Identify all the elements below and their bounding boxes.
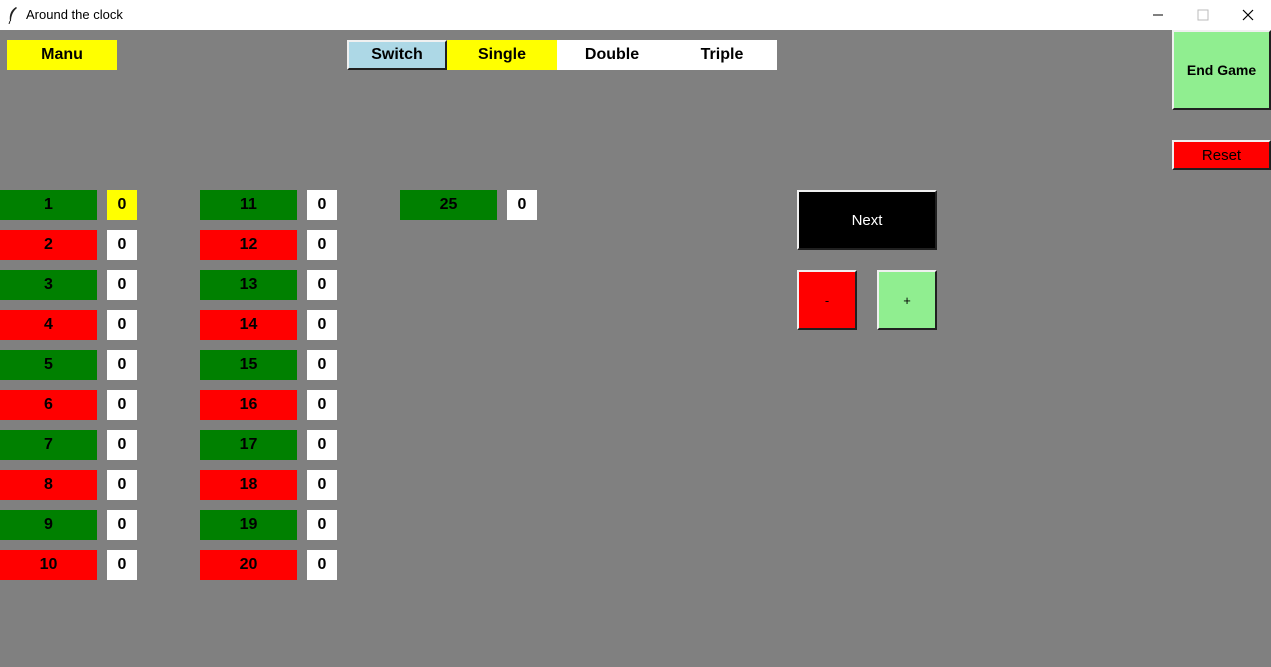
target-button-2[interactable]: 2 [0, 230, 97, 260]
target-button-19[interactable]: 19 [200, 510, 297, 540]
close-icon [1242, 9, 1254, 21]
target-count-10: 0 [107, 550, 137, 580]
minimize-icon [1153, 14, 1163, 16]
target-button-6[interactable]: 6 [0, 390, 97, 420]
target-button-14[interactable]: 14 [200, 310, 297, 340]
minus-button[interactable]: - [797, 270, 857, 330]
target-button-20[interactable]: 20 [200, 550, 297, 580]
target-button-18[interactable]: 18 [200, 470, 297, 500]
target-count-25: 0 [507, 190, 537, 220]
target-button-11[interactable]: 11 [200, 190, 297, 220]
target-count-13: 0 [307, 270, 337, 300]
target-button-12[interactable]: 12 [200, 230, 297, 260]
feather-icon [8, 7, 17, 24]
maximize-button[interactable] [1180, 0, 1226, 30]
target-button-7[interactable]: 7 [0, 430, 97, 460]
target-count-18: 0 [307, 470, 337, 500]
target-button-10[interactable]: 10 [0, 550, 97, 580]
target-button-9[interactable]: 9 [0, 510, 97, 540]
target-count-9: 0 [107, 510, 137, 540]
target-count-8: 0 [107, 470, 137, 500]
close-button[interactable] [1225, 0, 1271, 30]
next-button[interactable]: Next [797, 190, 937, 250]
target-button-25[interactable]: 25 [400, 190, 497, 220]
menu-button[interactable]: Manu [7, 40, 117, 70]
target-count-19: 0 [307, 510, 337, 540]
target-count-15: 0 [307, 350, 337, 380]
mode-single-button[interactable]: Single [447, 40, 557, 70]
target-count-5: 0 [107, 350, 137, 380]
target-count-17: 0 [307, 430, 337, 460]
target-count-20: 0 [307, 550, 337, 580]
end-game-button[interactable]: End Game [1172, 30, 1271, 110]
plus-button[interactable]: + [877, 270, 937, 330]
target-count-3: 0 [107, 270, 137, 300]
mode-triple-button[interactable]: Triple [667, 40, 777, 70]
target-count-6: 0 [107, 390, 137, 420]
maximize-icon [1197, 9, 1209, 21]
target-count-16: 0 [307, 390, 337, 420]
target-button-5[interactable]: 5 [0, 350, 97, 380]
target-count-12: 0 [307, 230, 337, 260]
target-button-4[interactable]: 4 [0, 310, 97, 340]
target-button-17[interactable]: 17 [200, 430, 297, 460]
mode-double-button[interactable]: Double [557, 40, 667, 70]
target-button-1[interactable]: 1 [0, 190, 97, 220]
target-button-15[interactable]: 15 [200, 350, 297, 380]
target-count-2: 0 [107, 230, 137, 260]
target-count-1: 0 [107, 190, 137, 220]
window-title: Around the clock [26, 7, 123, 22]
target-button-8[interactable]: 8 [0, 470, 97, 500]
title-bar: Around the clock [0, 0, 1271, 30]
target-count-14: 0 [307, 310, 337, 340]
target-count-11: 0 [307, 190, 337, 220]
switch-button[interactable]: Switch [347, 40, 447, 70]
target-button-16[interactable]: 16 [200, 390, 297, 420]
target-button-3[interactable]: 3 [0, 270, 97, 300]
target-count-4: 0 [107, 310, 137, 340]
target-button-13[interactable]: 13 [200, 270, 297, 300]
target-count-7: 0 [107, 430, 137, 460]
minimize-button[interactable] [1135, 0, 1181, 30]
reset-button[interactable]: Reset [1172, 140, 1271, 170]
